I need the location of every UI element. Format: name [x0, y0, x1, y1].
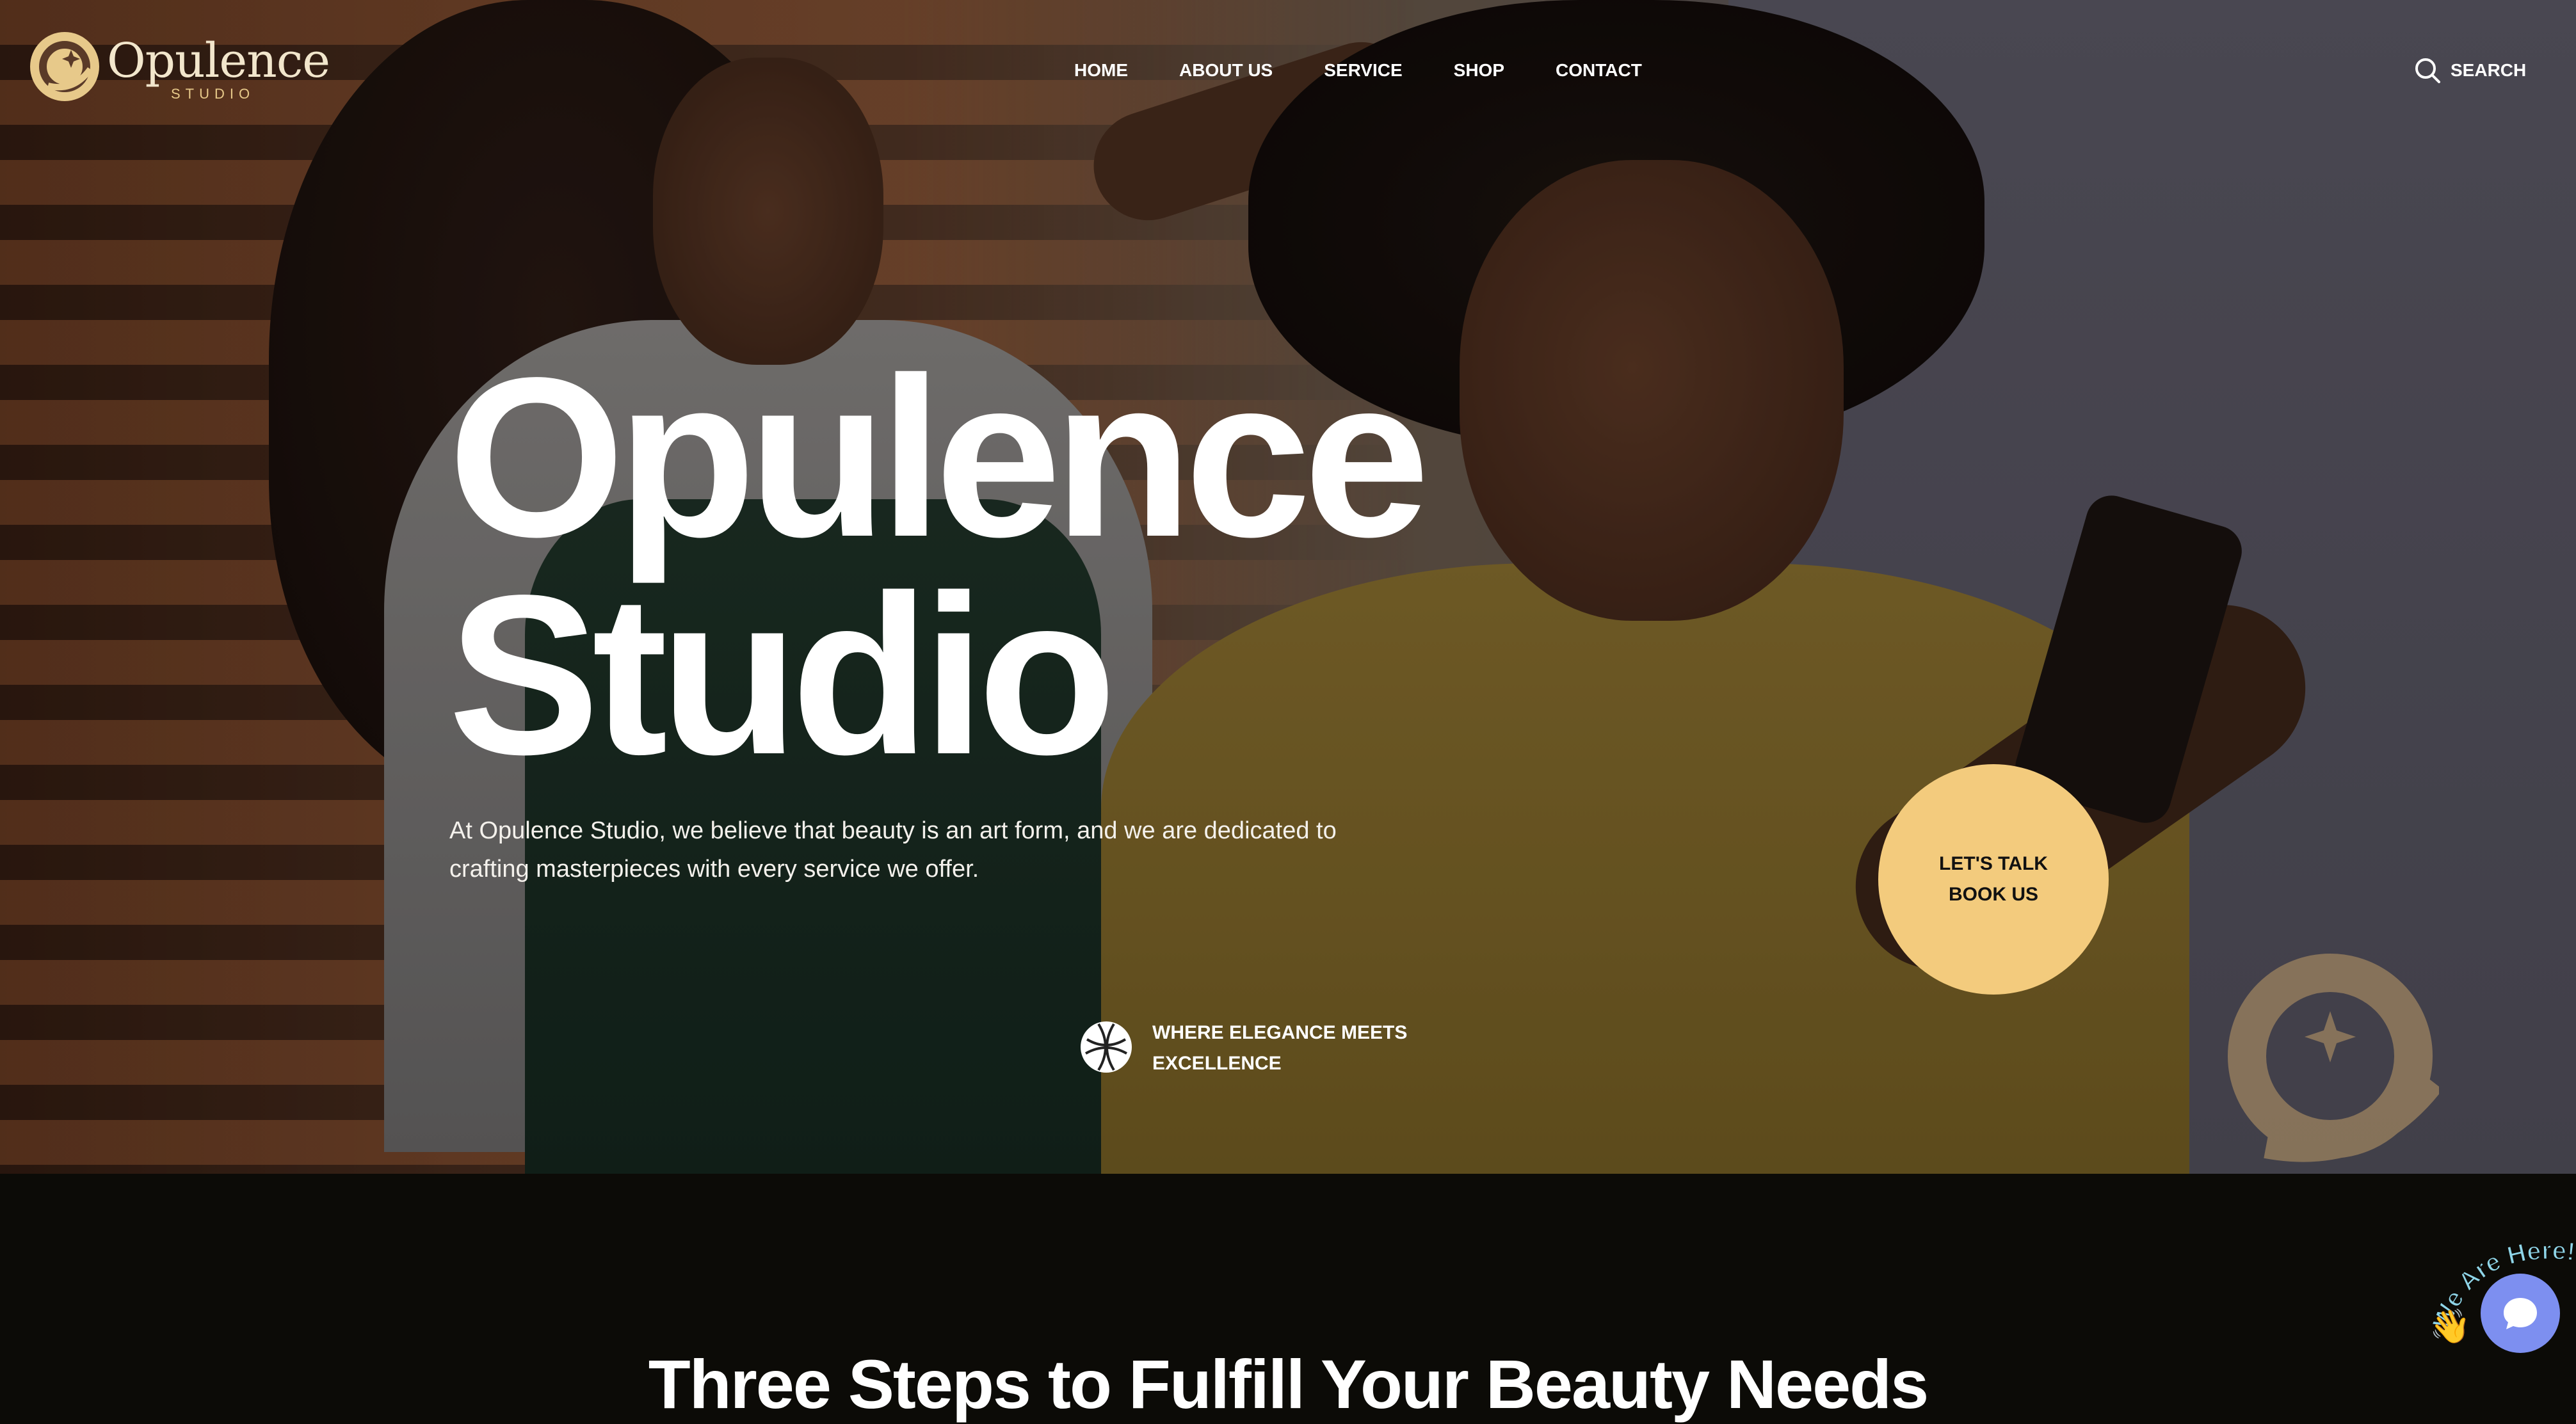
logo-subtitle: STUDIO	[171, 86, 255, 102]
cta-line-2: BOOK US	[1948, 884, 2038, 905]
search-label: SEARCH	[2451, 60, 2527, 80]
hero-title: Opulence Studio	[448, 331, 1430, 802]
wave-hand-icon: 👋	[2429, 1308, 2471, 1345]
nav-home[interactable]: HOME	[1074, 59, 1128, 82]
chat-widget[interactable]: We Are Here! 👋	[2429, 1235, 2576, 1376]
hero-title-line-1: Opulence	[448, 331, 1430, 584]
hero-intro: At Opulence Studio, we believe that beau…	[449, 817, 1337, 883]
search-button[interactable]: SEARCH	[2413, 56, 2526, 84]
logo-watermark-icon	[2228, 954, 2439, 1162]
search-icon	[2415, 58, 2440, 83]
book-us-button[interactable]: LET'S TALK BOOK US	[1878, 764, 2109, 995]
hero-title-line-2: Studio	[448, 548, 1116, 802]
main-nav: HOME ABOUT US SERVICE SHOP CONTACT	[1074, 59, 1693, 82]
site-logo[interactable]: Opulence STUDIO	[29, 31, 330, 108]
hero-tagline: WHERE ELEGANCE MEETS EXCELLENCE	[1079, 1018, 1434, 1079]
logo-name: Opulence	[107, 33, 330, 88]
nav-contact[interactable]: CONTACT	[1556, 59, 1642, 82]
hero-section: Opulence STUDIO HOME ABOUT US SERVICE SH…	[0, 0, 2576, 1174]
cta-line-1: LET'S TALK	[1939, 853, 2048, 874]
tagline-text: WHERE ELEGANCE MEETS EXCELLENCE	[1152, 1022, 1408, 1074]
nav-about-us[interactable]: ABOUT US	[1179, 59, 1273, 82]
logo-mark-icon	[30, 32, 99, 101]
nav-service[interactable]: SERVICE	[1324, 59, 1402, 82]
nav-shop[interactable]: SHOP	[1454, 59, 1504, 82]
chat-open-button[interactable]	[2481, 1274, 2560, 1353]
globe-icon	[1081, 1021, 1132, 1073]
steps-heading: Three Steps to Fulfill Your Beauty Needs	[648, 1345, 1929, 1423]
chat-bubble-icon	[2504, 1298, 2537, 1329]
